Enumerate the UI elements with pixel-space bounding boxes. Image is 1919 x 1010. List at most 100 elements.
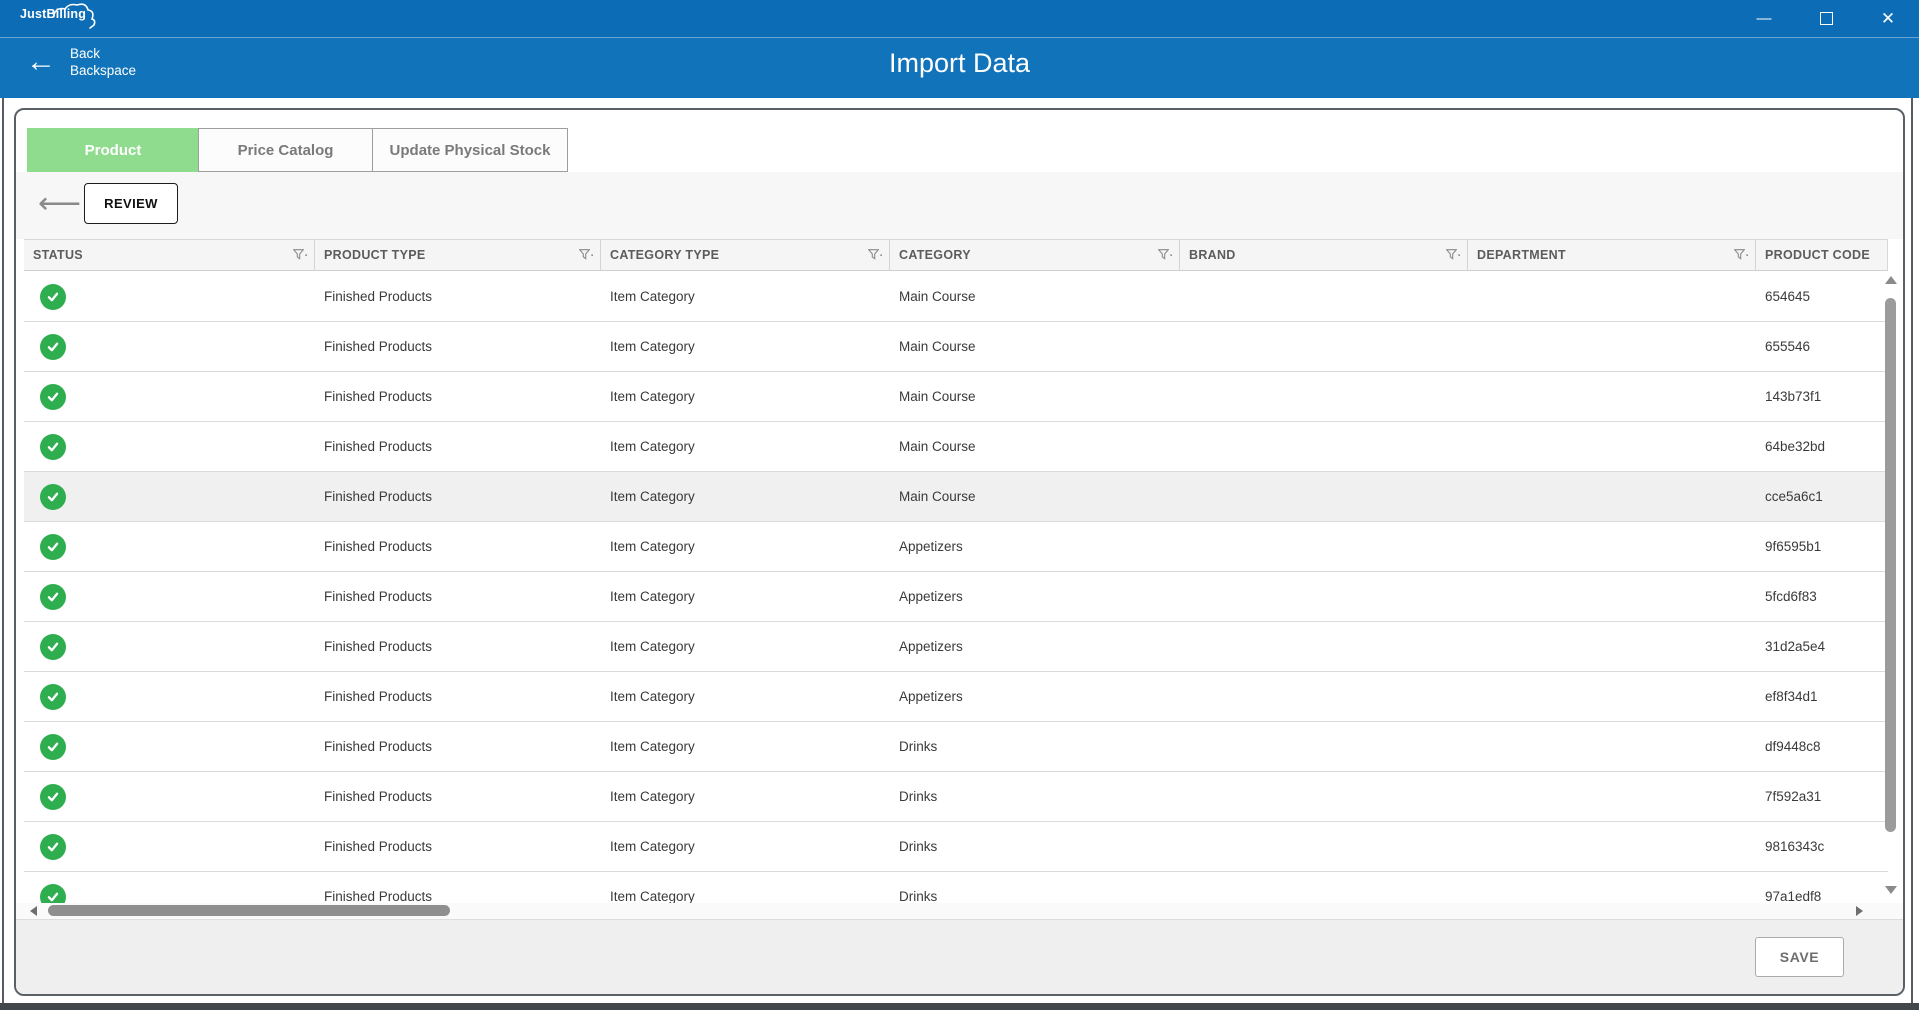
- product-type-cell: Finished Products: [315, 522, 601, 571]
- status-success-icon: [40, 284, 66, 310]
- minimize-icon[interactable]: —: [1733, 0, 1795, 37]
- department-cell: [1468, 322, 1756, 371]
- product-type-cell: Finished Products: [315, 872, 601, 903]
- filter-icon[interactable]: .: [1446, 249, 1461, 260]
- filter-icon[interactable]: .: [1158, 249, 1173, 260]
- status-success-icon: [40, 734, 66, 760]
- status-cell: [24, 572, 315, 621]
- table-row[interactable]: Finished ProductsItem CategoryAppetizers…: [24, 622, 1888, 672]
- filter-funnel-icon: [293, 249, 304, 260]
- column-header-label: PRODUCT TYPE: [324, 248, 426, 262]
- filter-icon[interactable]: .: [579, 249, 594, 260]
- status-cell: [24, 822, 315, 871]
- department-cell: [1468, 872, 1756, 903]
- column-header-label: CATEGORY TYPE: [610, 248, 719, 262]
- filter-dot: .: [1746, 249, 1749, 257]
- table-row[interactable]: Finished ProductsItem CategoryMain Cours…: [24, 372, 1888, 422]
- scroll-right-icon[interactable]: [1856, 906, 1863, 916]
- department-cell: [1468, 622, 1756, 671]
- maximize-icon[interactable]: [1795, 0, 1857, 37]
- department-cell: [1468, 422, 1756, 471]
- table-row[interactable]: Finished ProductsItem CategoryAppetizers…: [24, 672, 1888, 722]
- brand-cell: [1180, 822, 1468, 871]
- status-success-icon: [40, 634, 66, 660]
- scroll-down-icon[interactable]: [1885, 886, 1897, 894]
- product-type-cell: Finished Products: [315, 772, 601, 821]
- window-bottom-border: [0, 1003, 1919, 1010]
- save-button[interactable]: SAVE: [1755, 937, 1844, 977]
- category-type-cell: Item Category: [601, 272, 890, 321]
- table-row[interactable]: Finished ProductsItem CategoryMain Cours…: [24, 322, 1888, 372]
- check-icon: [46, 740, 60, 754]
- brand-cell: [1180, 772, 1468, 821]
- check-icon: [46, 390, 60, 404]
- category-type-cell: Item Category: [601, 872, 890, 903]
- category-cell: Drinks: [890, 722, 1180, 771]
- table-row[interactable]: Finished ProductsItem CategoryAppetizers…: [24, 572, 1888, 622]
- horizontal-scrollbar-thumb[interactable]: [48, 905, 450, 916]
- table-row[interactable]: Finished ProductsItem CategoryDrinks 97a1…: [24, 872, 1888, 903]
- filter-icon[interactable]: .: [1734, 249, 1749, 260]
- scroll-left-icon[interactable]: [30, 906, 37, 916]
- filter-icon[interactable]: .: [293, 249, 308, 260]
- status-cell: [24, 422, 315, 471]
- tab-price-catalog[interactable]: Price Catalog: [198, 128, 373, 172]
- table-row[interactable]: Finished ProductsItem CategoryAppetizers…: [24, 522, 1888, 572]
- column-header-label: BRAND: [1189, 248, 1236, 262]
- status-success-icon: [40, 384, 66, 410]
- table-row[interactable]: Finished ProductsItem CategoryMain Cours…: [24, 272, 1888, 322]
- tab-update-physical-stock[interactable]: Update Physical Stock: [372, 128, 568, 172]
- category-cell: Drinks: [890, 872, 1180, 903]
- app-header: ← Back Backspace Import Data: [0, 37, 1919, 98]
- department-cell: [1468, 672, 1756, 721]
- table-row[interactable]: Finished ProductsItem CategoryDrinks9816…: [24, 822, 1888, 872]
- table-row[interactable]: Finished ProductsItem CategoryMain Cours…: [24, 472, 1888, 522]
- status-cell: [24, 472, 315, 521]
- status-success-icon: [40, 834, 66, 860]
- department-cell: [1468, 772, 1756, 821]
- product-type-cell: Finished Products: [315, 372, 601, 421]
- category-cell: Appetizers: [890, 522, 1180, 571]
- filter-icon[interactable]: .: [868, 249, 883, 260]
- horizontal-scrollbar[interactable]: [16, 903, 1903, 919]
- category-cell: Main Course: [890, 422, 1180, 471]
- close-icon[interactable]: ✕: [1857, 0, 1919, 37]
- status-success-icon: [40, 684, 66, 710]
- tab-product[interactable]: Product: [27, 128, 199, 172]
- category-type-cell: Item Category: [601, 422, 890, 471]
- product-code-cell: 655546: [1756, 322, 1888, 371]
- vertical-scrollbar-thumb[interactable]: [1885, 298, 1896, 832]
- category-type-cell: Item Category: [601, 622, 890, 671]
- window-titlebar: JustBilling — ✕: [0, 0, 1919, 37]
- check-icon: [46, 540, 60, 554]
- column-header-label: STATUS: [33, 248, 83, 262]
- department-cell: [1468, 822, 1756, 871]
- product-code-cell: 9816343c: [1756, 822, 1888, 871]
- category-cell: Main Course: [890, 472, 1180, 521]
- check-icon: [46, 490, 60, 504]
- review-button[interactable]: REVIEW: [84, 183, 178, 224]
- table-row[interactable]: Finished ProductsItem CategoryDrinksdf94…: [24, 722, 1888, 772]
- status-success-icon: [40, 334, 66, 360]
- brand-cell: [1180, 422, 1468, 471]
- table-row[interactable]: Finished ProductsItem CategoryMain Cours…: [24, 422, 1888, 472]
- status-cell: [24, 622, 315, 671]
- window-left-border: [2, 98, 4, 1004]
- category-type-cell: Item Category: [601, 472, 890, 521]
- tab-bar: ProductPrice CatalogUpdate Physical Stoc…: [27, 128, 568, 172]
- table-row[interactable]: Finished ProductsItem CategoryDrinks7f59…: [24, 772, 1888, 822]
- filter-funnel-icon: [1158, 249, 1169, 260]
- product-code-cell: cce5a6c1: [1756, 472, 1888, 521]
- scroll-up-icon[interactable]: [1885, 276, 1897, 284]
- product-type-cell: Finished Products: [315, 322, 601, 371]
- column-header-product-type: PRODUCT TYPE.: [315, 240, 601, 270]
- column-header-product-code: PRODUCT CODE: [1756, 240, 1887, 270]
- product-code-cell: 97a1edf8: [1756, 872, 1888, 903]
- page-title: Import Data: [0, 48, 1919, 79]
- department-cell: [1468, 372, 1756, 421]
- filter-dot: .: [880, 249, 883, 257]
- check-icon: [46, 840, 60, 854]
- vertical-scrollbar[interactable]: [1884, 276, 1897, 910]
- maximize-box: [1820, 12, 1833, 25]
- toolbar-back-arrow-icon[interactable]: ⟵: [38, 186, 81, 221]
